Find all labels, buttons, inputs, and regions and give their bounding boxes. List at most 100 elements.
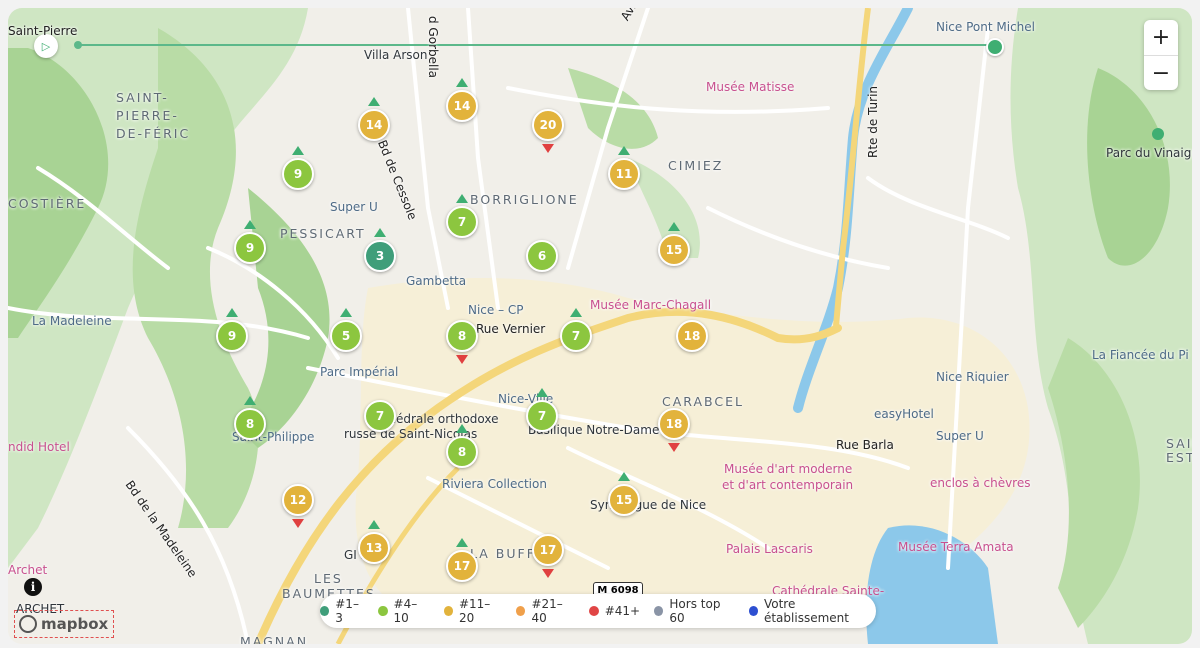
place-label: Parc du Vinaigrier xyxy=(1106,146,1192,160)
ranking-marker[interactable]: 7 xyxy=(526,400,558,432)
ranking-marker[interactable]: 7 xyxy=(560,320,592,352)
trend-up-icon xyxy=(226,308,238,317)
place-label: Villa Arson xyxy=(364,48,428,62)
ranking-marker[interactable]: 11 xyxy=(608,158,640,190)
place-label: easyHotel xyxy=(874,407,934,421)
district-label: SAINT- xyxy=(116,90,169,105)
ranking-marker[interactable]: 8 xyxy=(446,436,478,468)
legend-label: Votre établissement xyxy=(763,597,849,625)
trend-up-icon xyxy=(456,194,468,203)
trend-up-icon xyxy=(618,472,630,481)
ranking-marker[interactable]: 14 xyxy=(358,109,390,141)
place-label: La Fiancée du Pi xyxy=(1092,348,1189,362)
ranking-marker[interactable]: 18 xyxy=(676,320,708,352)
legend-item: #1–3 xyxy=(320,597,364,625)
legend-swatch xyxy=(320,606,330,616)
trend-up-icon xyxy=(368,520,380,529)
ranking-marker[interactable]: 6 xyxy=(526,240,558,272)
district-label: CIMIEZ xyxy=(668,158,724,173)
play-icon: ▷ xyxy=(41,39,51,53)
place-label: et d'art contemporain xyxy=(722,478,854,492)
place-label: d Gorbella xyxy=(426,16,440,79)
district-label: CARABCEL xyxy=(662,394,744,409)
district-label: SAIN xyxy=(1166,436,1192,451)
district-label: MAGNAN xyxy=(240,634,309,644)
trend-up-icon xyxy=(456,538,468,547)
ranking-marker[interactable]: 13 xyxy=(358,532,390,564)
trend-up-icon xyxy=(456,78,468,87)
legend-swatch xyxy=(378,606,388,616)
timeline-knob[interactable] xyxy=(986,38,1004,56)
ranking-marker[interactable]: 7 xyxy=(446,206,478,238)
place-label: Musée Terra Amata xyxy=(898,540,1014,554)
trend-up-icon xyxy=(340,308,352,317)
place-label: Super U xyxy=(936,429,984,443)
ranking-marker[interactable]: 17 xyxy=(446,550,478,582)
ranking-marker[interactable]: 17 xyxy=(532,534,564,566)
legend-item: Hors top 60 xyxy=(654,597,735,625)
legend-item: #11–20 xyxy=(443,597,503,625)
trend-up-icon xyxy=(618,146,630,155)
legend-label: Hors top 60 xyxy=(669,597,721,625)
ranking-marker[interactable]: 18 xyxy=(658,408,690,440)
map-background[interactable] xyxy=(8,8,1192,644)
ranking-marker[interactable]: 3 xyxy=(364,240,396,272)
place-label: Archet xyxy=(8,563,48,577)
trend-up-icon xyxy=(292,146,304,155)
place-label: Parc Impérial xyxy=(320,365,399,379)
ranking-marker[interactable]: 14 xyxy=(446,90,478,122)
ranking-marker[interactable]: 5 xyxy=(330,320,362,352)
legend-swatch xyxy=(516,606,526,616)
ranking-marker[interactable]: 20 xyxy=(532,109,564,141)
place-label: La Madeleine xyxy=(32,314,112,328)
map-frame[interactable]: ▷ SAINT- PIERRE- DE-FÉRIC PESSICART BORRIGLI… xyxy=(8,8,1192,644)
ranking-marker[interactable]: 9 xyxy=(282,158,314,190)
trend-down-icon xyxy=(542,144,554,153)
ranking-marker[interactable]: 12 xyxy=(282,484,314,516)
zoom-control[interactable]: + − xyxy=(1144,20,1178,90)
trend-up-icon xyxy=(244,396,256,405)
trend-up-icon xyxy=(368,97,380,106)
ranking-marker[interactable]: 9 xyxy=(216,320,248,352)
ranking-marker[interactable]: 15 xyxy=(658,234,690,266)
legend-swatch xyxy=(443,606,453,616)
place-label: Nice – CP xyxy=(468,303,524,317)
district-label: LES xyxy=(314,571,343,586)
trend-down-icon xyxy=(292,519,304,528)
place-label: Super U xyxy=(330,200,378,214)
ranking-marker[interactable]: 8 xyxy=(446,320,478,352)
place-label: Nice Pont Michel xyxy=(936,20,1035,34)
legend-swatch xyxy=(748,606,758,616)
zoom-in-button[interactable]: + xyxy=(1144,20,1178,56)
ranking-marker[interactable]: 7 xyxy=(364,400,396,432)
legend-swatch xyxy=(588,606,599,616)
place-label: Musée Marc-Chagall xyxy=(590,298,712,312)
ranking-marker[interactable]: 15 xyxy=(608,484,640,516)
legend-label: #21–40 xyxy=(531,597,563,625)
legend-item: #41+ xyxy=(588,604,640,618)
district-label: COSTIÈRE xyxy=(8,196,87,211)
district-label: LA BUFF xyxy=(470,546,536,561)
ranking-marker[interactable]: 9 xyxy=(234,232,266,264)
legend-swatch xyxy=(654,606,664,616)
place-label: Musée d'art moderne xyxy=(724,462,853,476)
ranking-marker[interactable]: 8 xyxy=(234,408,266,440)
legend-item: #21–40 xyxy=(516,597,575,625)
trend-up-icon xyxy=(456,424,468,433)
place-label: Gambetta xyxy=(406,274,467,288)
legend-label: #11–20 xyxy=(458,597,491,625)
legend: #1–3 #4–10 #11–20 #21–40 #41+ Hors top 60 Votr… xyxy=(320,594,876,628)
timeline-track[interactable] xyxy=(78,44,993,46)
trend-up-icon xyxy=(244,220,256,229)
trend-up-icon xyxy=(570,308,582,317)
place-label: Nice Riquier xyxy=(936,370,1009,384)
place-label: Rue Barla xyxy=(836,438,894,452)
place-label: Palais Lascaris xyxy=(726,542,813,556)
trend-down-icon xyxy=(668,443,680,452)
legend-label: #4–10 xyxy=(393,597,418,625)
info-icon[interactable]: i xyxy=(24,578,42,596)
zoom-out-button[interactable]: − xyxy=(1144,56,1178,91)
mapbox-attribution[interactable]: mapbox xyxy=(14,610,114,638)
place-label: Riviera Collection xyxy=(442,477,547,491)
legend-label: #1–3 xyxy=(335,597,359,625)
